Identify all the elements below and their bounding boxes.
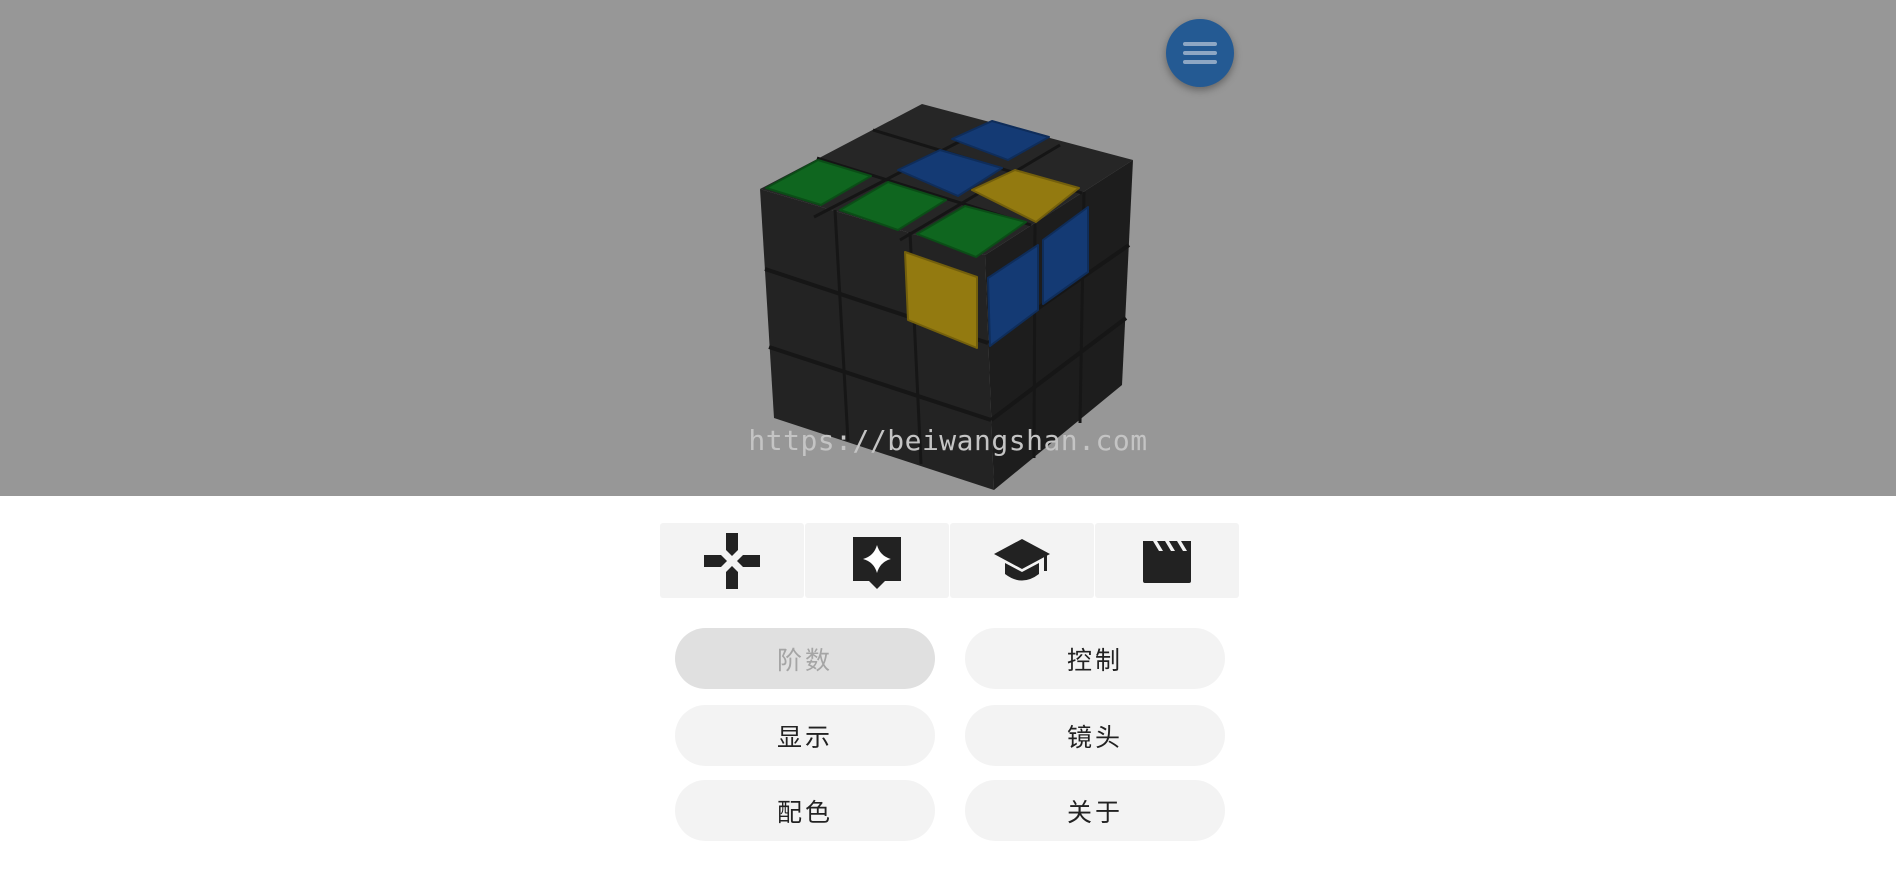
- option-colors-button[interactable]: 配色: [675, 780, 935, 841]
- option-control-button[interactable]: 控制: [965, 628, 1225, 689]
- option-display-button[interactable]: 显示: [675, 705, 935, 766]
- cube-viewport[interactable]: https://beiwangshan.com: [0, 0, 1896, 496]
- menu-button[interactable]: [1166, 19, 1234, 87]
- tab-bar: [660, 523, 1240, 598]
- bottom-panel: 阶数 控制 显示 镜头 配色 关于: [0, 496, 1896, 894]
- hamburger-icon-bar: [1183, 60, 1217, 64]
- sparkle-chat-icon: [853, 536, 901, 589]
- option-order-button[interactable]: 阶数: [675, 628, 935, 689]
- gamepad-icon: [704, 532, 760, 589]
- option-camera-button[interactable]: 镜头: [965, 705, 1225, 766]
- tab-play[interactable]: [660, 523, 804, 598]
- hamburger-icon-bar: [1183, 51, 1217, 55]
- rubiks-cube-3d[interactable]: [0, 0, 1896, 496]
- option-about-button[interactable]: 关于: [965, 780, 1225, 841]
- hamburger-icon: [1183, 42, 1217, 46]
- clapperboard-icon: [1143, 540, 1191, 583]
- tab-video[interactable]: [1095, 523, 1239, 598]
- graduation-cap-icon: [994, 538, 1050, 580]
- tab-effects[interactable]: [805, 523, 949, 598]
- tab-learn[interactable]: [950, 523, 1094, 598]
- watermark-url: https://beiwangshan.com: [748, 424, 1148, 457]
